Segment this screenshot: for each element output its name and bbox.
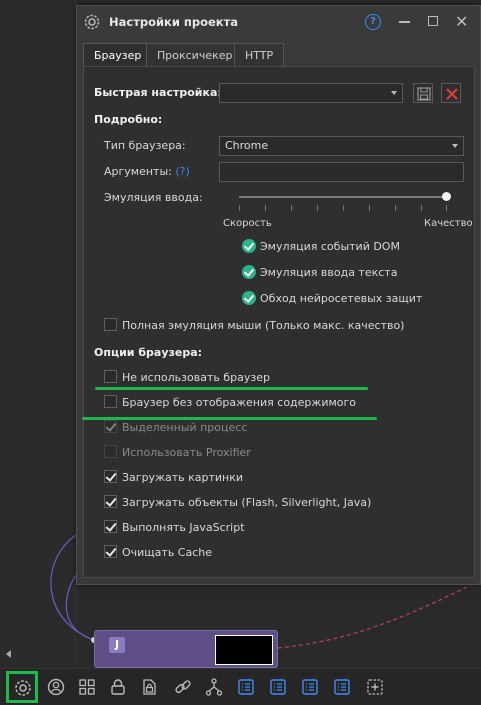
run-javascript-label: Выполнять JavaScript (122, 521, 245, 534)
lock-button[interactable] (105, 674, 131, 700)
highlight-underline (82, 417, 377, 420)
settings-icon (15, 680, 31, 696)
quick-setup-label: Быстрая настройка: (94, 86, 222, 99)
slider-min-label: Скорость (223, 218, 272, 229)
link-icon (175, 680, 191, 694)
tree-button[interactable] (201, 674, 227, 700)
list-button-1[interactable] (233, 674, 259, 700)
run-javascript-checkbox[interactable] (104, 520, 117, 533)
user-icon (47, 678, 65, 696)
dom-events-label: Эмуляция событий DOM (260, 240, 400, 253)
list-icon (334, 679, 350, 695)
details-heading: Подробно: (94, 113, 163, 126)
maximize-button[interactable] (428, 16, 438, 26)
bottom-toolbar (0, 668, 481, 705)
no-browser-label: Не использовать браузер (122, 371, 270, 384)
save-preset-button[interactable] (413, 83, 433, 103)
tab-http[interactable]: HTTP (234, 43, 285, 67)
dom-events-check-icon[interactable] (242, 239, 256, 253)
close-button[interactable]: ✕ (455, 12, 468, 31)
save-icon (417, 87, 431, 101)
dialog-titlebar[interactable]: Настройки проекта ? ✕ (77, 6, 480, 38)
help-icon[interactable]: ? (365, 14, 381, 30)
full-mouse-label: Полная эмуляция мыши (Только макс. качес… (122, 319, 405, 332)
slider-knob[interactable] (442, 192, 451, 201)
profile-button[interactable] (43, 674, 69, 700)
input-emulation-label: Эмуляция ввода: (104, 191, 203, 204)
grid-icon (79, 679, 95, 695)
proxifier-label: Использовать Proxifier (122, 446, 251, 459)
dedicated-process-checkbox[interactable] (104, 420, 117, 433)
headless-label: Браузер без отображения содержимого (122, 396, 357, 409)
add-icon (367, 679, 383, 695)
project-settings-dialog: Настройки проекта ? ✕ Браузер Проксичеке… (76, 5, 481, 585)
proxifier-checkbox[interactable] (104, 445, 117, 458)
clear-cache-checkbox[interactable] (104, 545, 117, 558)
add-button[interactable] (362, 674, 388, 700)
list-icon (238, 679, 254, 695)
node-type-icon: J (109, 637, 125, 653)
browser-type-label: Тип браузера: (104, 139, 186, 152)
load-objects-checkbox[interactable] (104, 495, 117, 508)
secure-file-button[interactable] (136, 674, 162, 700)
no-browser-checkbox[interactable] (104, 370, 117, 383)
canvas-node[interactable]: J (94, 630, 278, 668)
headless-checkbox[interactable] (104, 395, 117, 408)
tab-browser[interactable]: Браузер (83, 43, 153, 67)
clear-cache-label: Очищать Cache (122, 546, 213, 559)
tab-proxychecker[interactable]: Проксичекер (146, 43, 244, 67)
browser-type-select[interactable]: Chrome (219, 136, 464, 156)
quick-setup-select[interactable] (219, 83, 403, 103)
list-button-2[interactable] (265, 674, 291, 700)
full-mouse-checkbox[interactable] (104, 318, 117, 331)
lock-doc-icon (143, 679, 156, 695)
neural-bypass-check-icon[interactable] (242, 291, 256, 305)
dedicated-process-label: Выделенный процесс (122, 421, 248, 434)
minimize-button[interactable] (399, 21, 410, 23)
dialog-title: Настройки проекта (109, 15, 239, 29)
text-input-check-icon[interactable] (242, 265, 256, 279)
delete-preset-button[interactable] (441, 83, 461, 103)
gear-icon (84, 14, 100, 30)
arguments-label: Аргументы: (?) (104, 165, 190, 178)
load-images-checkbox[interactable] (104, 470, 117, 483)
list-icon (270, 679, 286, 695)
scroll-left-arrow[interactable] (6, 650, 11, 658)
arguments-help-icon[interactable]: (?) (175, 165, 189, 178)
slider-max-label: Качество (424, 218, 473, 229)
link-button[interactable] (170, 674, 196, 700)
node-preview (215, 635, 273, 665)
delete-icon (446, 88, 458, 100)
load-objects-label: Загружать объекты (Flash, Silverlight, J… (122, 496, 372, 509)
text-input-label: Эмуляция ввода текста (260, 266, 398, 279)
arguments-input[interactable] (219, 162, 464, 182)
list-icon (302, 679, 318, 695)
neural-bypass-label: Обход нейросетевых защит (260, 292, 423, 305)
tree-icon (205, 678, 223, 696)
input-emulation-slider[interactable] (239, 196, 447, 198)
grid-button[interactable] (74, 674, 100, 700)
list-button-3[interactable] (297, 674, 323, 700)
load-images-label: Загружать картинки (122, 471, 244, 484)
highlight-underline (95, 387, 368, 390)
browser-settings-panel: Быстрая настройка: Подробно: Тип браузер… (82, 66, 475, 578)
lock-icon (111, 679, 125, 695)
list-button-4[interactable] (329, 674, 355, 700)
project-settings-button[interactable] (6, 671, 38, 703)
browser-options-heading: Опции браузера: (94, 346, 203, 359)
